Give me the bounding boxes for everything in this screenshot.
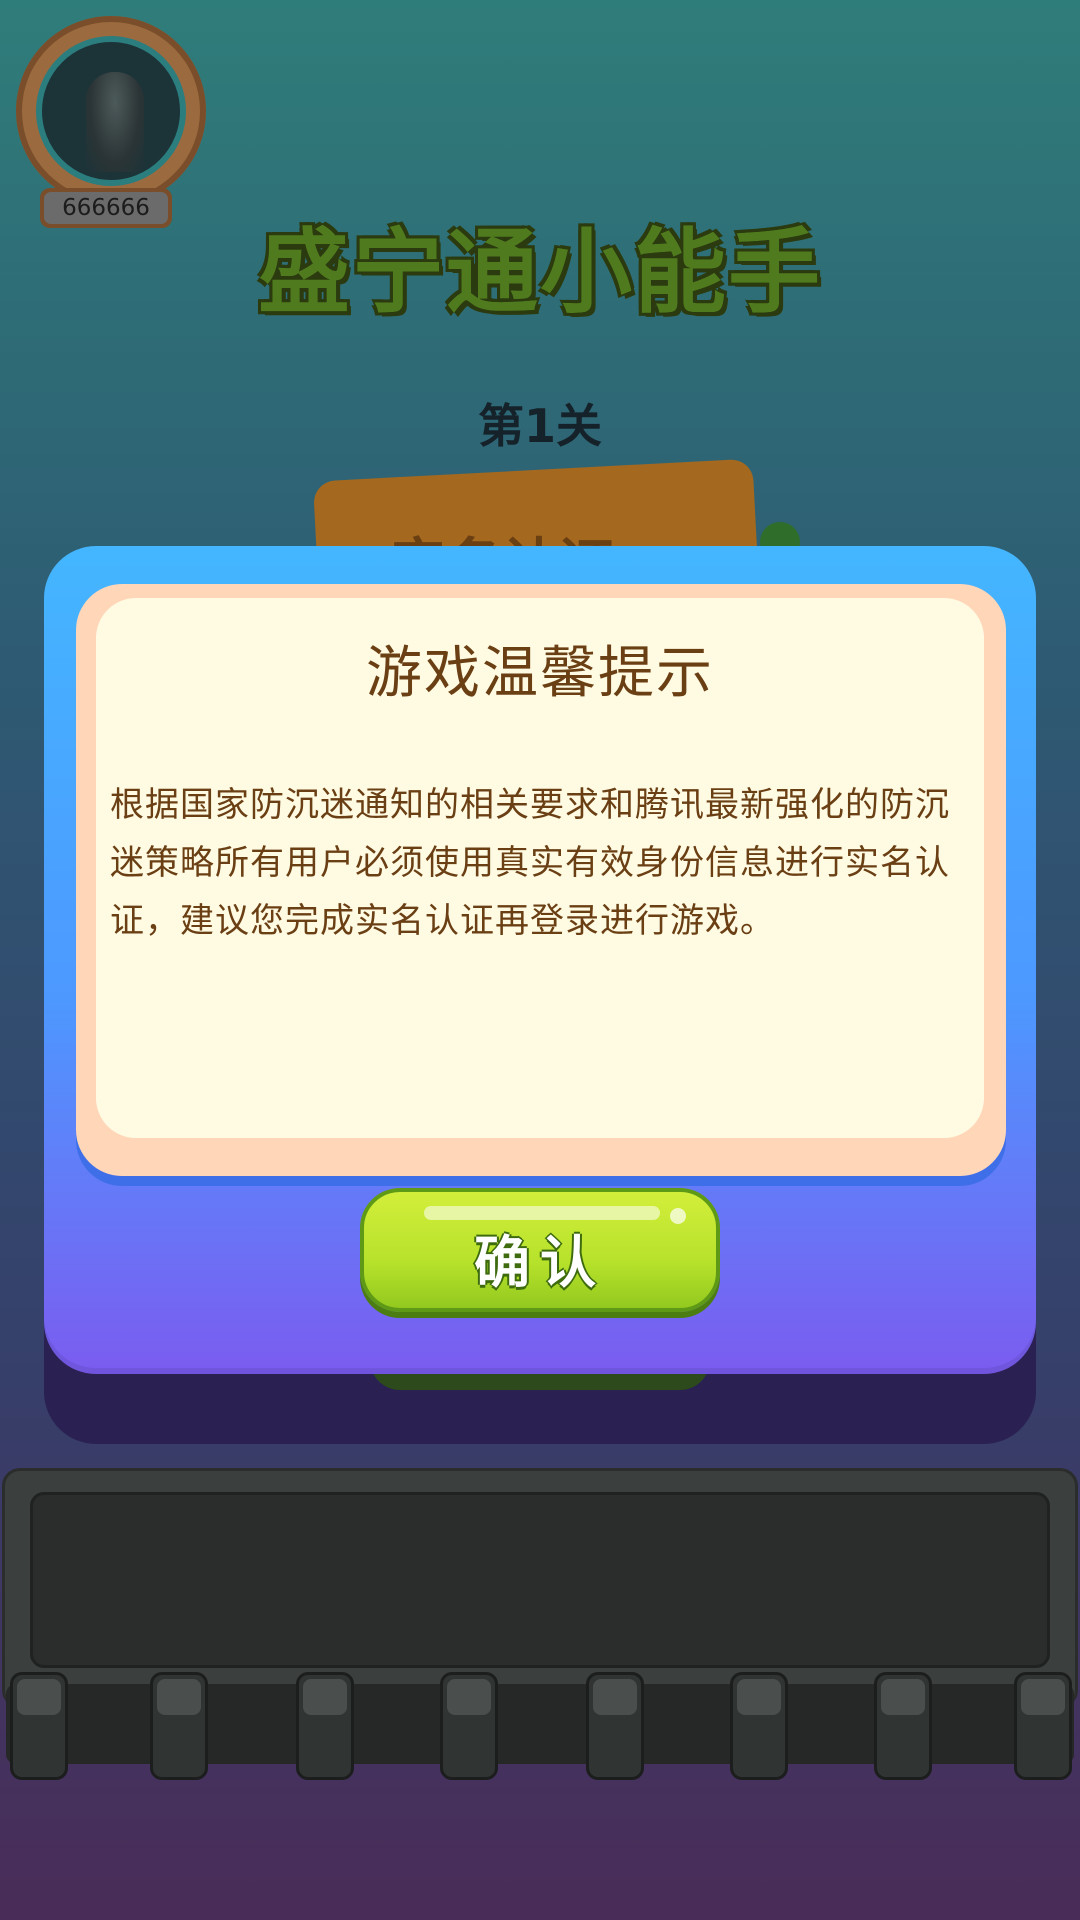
dialog-title: 游戏温馨提示 — [366, 641, 714, 706]
dialog-message: 根据国家防沉迷通知的相关要求和腾讯最新强化的防沉迷策略所有用户必须使用真实有效身… — [110, 785, 950, 941]
tray-slot[interactable] — [150, 1672, 208, 1780]
player-avatar[interactable] — [16, 16, 206, 206]
tray-slot[interactable] — [730, 1672, 788, 1780]
tray-slot[interactable] — [586, 1672, 644, 1780]
tray-slot[interactable] — [440, 1672, 498, 1780]
confirm-button-label: 确认 — [474, 1231, 606, 1296]
level-label: 第1关 — [477, 399, 602, 453]
hooded-figure-avatar-icon — [86, 72, 144, 172]
tray-slot[interactable] — [1014, 1672, 1072, 1780]
tray-slot[interactable] — [874, 1672, 932, 1780]
item-tray-well — [30, 1492, 1050, 1668]
confirm-button[interactable]: 确认 — [360, 1188, 720, 1312]
tray-slot[interactable] — [296, 1672, 354, 1780]
tray-slot[interactable] — [10, 1672, 68, 1780]
game-title: 盛宁通小能手 — [257, 219, 822, 326]
avatar-image — [36, 36, 186, 186]
